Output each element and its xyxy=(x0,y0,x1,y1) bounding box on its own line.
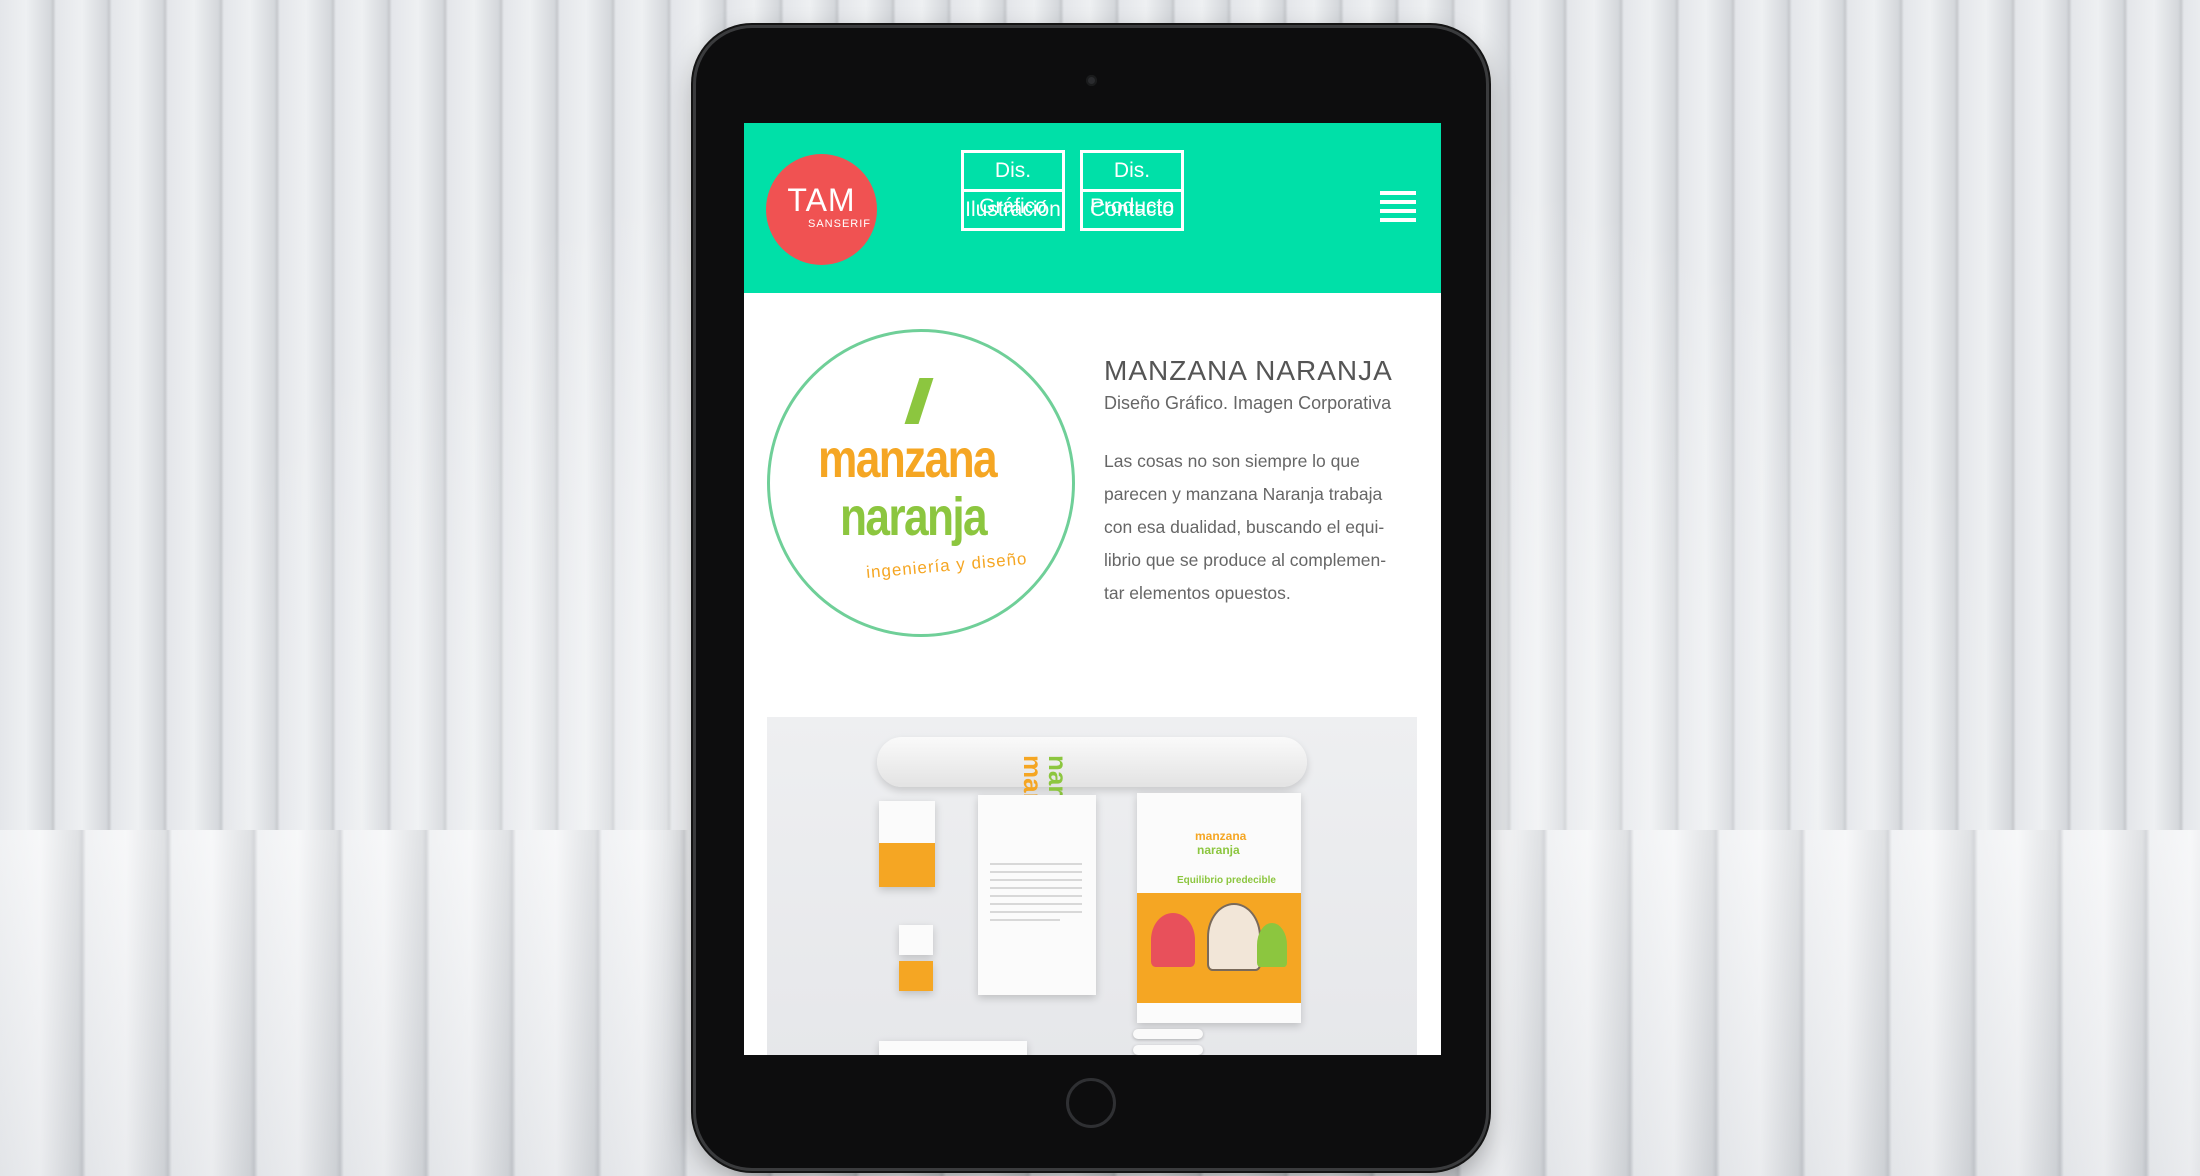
hamburger-menu-icon[interactable] xyxy=(1380,191,1416,225)
tablet-screen: TAM SANSERIF Dis. Gráfico Dis. Producto … xyxy=(744,123,1441,1055)
business-card-back xyxy=(899,961,933,991)
project-subtitle: Diseño Gráfico. Imagen Corporativa xyxy=(1104,393,1392,413)
logo-tagline: ingeniería y diseño xyxy=(865,548,1029,583)
envelope xyxy=(879,1041,1027,1055)
description-line: con esa dualidad, buscando el equi- xyxy=(1104,517,1385,537)
description-line: parecen y manzana Naranja trabaja xyxy=(1104,484,1383,504)
presentation-folder: manzana naranja Equilibrio predecible xyxy=(1137,793,1301,1023)
project-title: MANZANA NARANJA xyxy=(1104,355,1393,386)
nav-diseno-producto[interactable]: Dis. Producto xyxy=(1080,150,1184,218)
folder-tagline: Equilibrio predecible xyxy=(1177,875,1276,886)
description-line: librio que se produce al complemen- xyxy=(1104,550,1387,570)
logo-sub-text: SANSERIF xyxy=(807,218,871,230)
description-line: Las cosas no son siempre lo que xyxy=(1104,451,1360,471)
logo-main-text: TAM xyxy=(787,182,856,218)
project-description: Las cosas no son siempre lo que parecen … xyxy=(1104,445,1414,610)
home-button[interactable] xyxy=(1066,1078,1116,1128)
logo-word-naranja: naranja xyxy=(840,487,988,547)
nav-diseno-grafico[interactable]: Dis. Gráfico xyxy=(961,150,1065,218)
logo-word-manzana: manzana xyxy=(818,429,998,489)
site-logo[interactable]: TAM SANSERIF xyxy=(766,154,877,265)
leaf-icon xyxy=(904,378,934,424)
site-header: TAM SANSERIF Dis. Gráfico Dis. Producto … xyxy=(744,123,1441,293)
nav-contacto[interactable]: Contacto xyxy=(1080,189,1184,231)
notebook xyxy=(879,801,935,887)
description-line: tar elementos opuestos. xyxy=(1104,583,1291,603)
project-logo-image: manzana naranja ingeniería y diseño xyxy=(767,329,1075,637)
stationery-mockup-image: manzan naran xyxy=(767,717,1417,1055)
folder-word-orange: manzana xyxy=(1195,829,1247,843)
tablet-device: TAM SANSERIF Dis. Gráfico Dis. Producto … xyxy=(696,28,1486,1168)
pen xyxy=(1133,1029,1203,1039)
pen xyxy=(1133,1045,1203,1055)
folder-word-green: naranja xyxy=(1197,843,1240,857)
letterhead xyxy=(978,795,1096,995)
camera-icon xyxy=(1086,75,1097,86)
business-card-front xyxy=(899,925,933,955)
nav-ilustracion[interactable]: Ilustración xyxy=(961,189,1065,231)
poster-roll xyxy=(877,737,1307,787)
